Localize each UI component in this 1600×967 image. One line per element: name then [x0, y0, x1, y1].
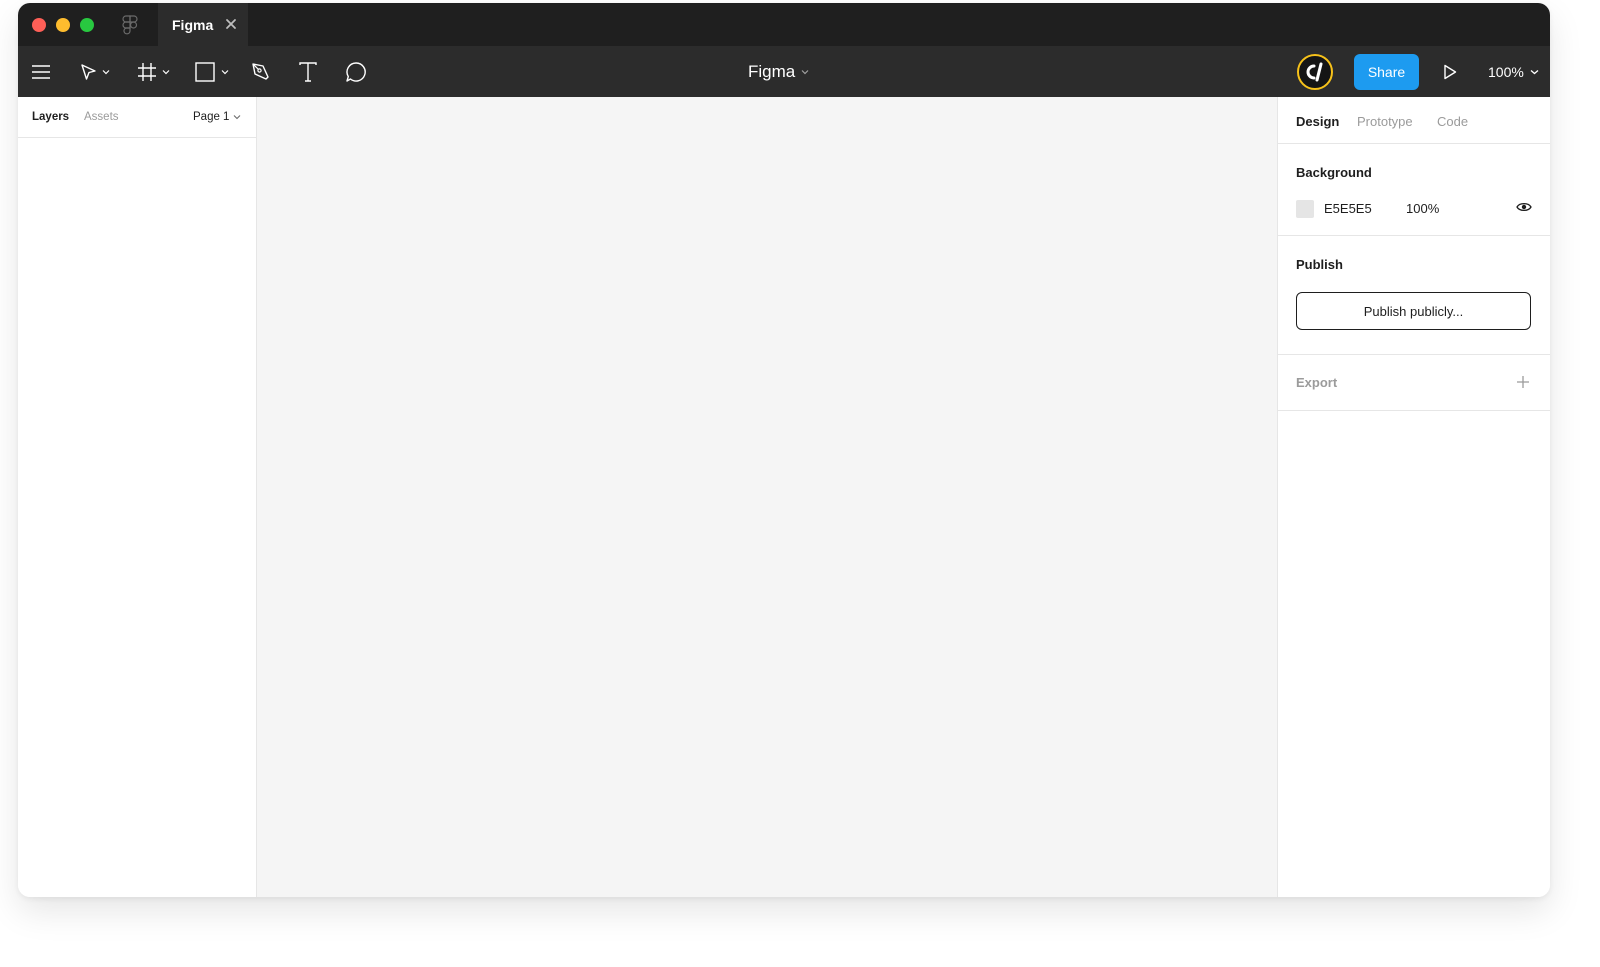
file-tab-label: Figma	[172, 16, 214, 33]
eye-visibility-icon[interactable]	[1516, 201, 1532, 213]
chevron-down-icon	[801, 69, 809, 74]
app-window: Figma Figma Share 100% Layers Assets Pag…	[18, 3, 1550, 897]
title-bar: Figma	[18, 3, 1550, 46]
move-tool-button[interactable]	[80, 46, 110, 97]
share-button[interactable]: Share	[1354, 54, 1419, 90]
add-export-icon[interactable]	[1516, 375, 1530, 389]
design-canvas[interactable]	[257, 97, 1277, 897]
window-maximize-button[interactable]	[80, 18, 94, 32]
zoom-menu[interactable]: 100%	[1488, 46, 1539, 97]
comment-tool-button[interactable]	[345, 46, 367, 97]
background-hex-input[interactable]: E5E5E5	[1324, 201, 1372, 216]
publish-title: Publish	[1296, 257, 1343, 272]
figma-logo-icon[interactable]	[122, 15, 138, 35]
publish-publicly-button[interactable]: Publish publicly...	[1296, 292, 1531, 330]
export-title: Export	[1296, 375, 1338, 390]
background-section: Background	[1278, 144, 1550, 236]
page-selector-label: Page 1	[193, 111, 230, 123]
background-color-swatch[interactable]	[1296, 200, 1314, 218]
background-title: Background	[1296, 165, 1372, 180]
frame-hash-icon	[138, 62, 156, 81]
move-cursor-icon	[81, 63, 96, 80]
close-icon[interactable]	[224, 17, 238, 31]
hamburger-menu-icon	[32, 64, 50, 79]
zoom-level: 100%	[1488, 63, 1524, 80]
user-avatar[interactable]	[1297, 54, 1333, 90]
shape-tool-button[interactable]	[195, 46, 229, 97]
chevron-down-icon	[102, 69, 110, 74]
right-panel-tabs: Design Prototype Code	[1278, 97, 1550, 144]
document-title[interactable]: Figma	[748, 46, 809, 97]
text-tool-button[interactable]	[299, 46, 317, 97]
rectangle-icon	[195, 61, 215, 82]
page-selector[interactable]: Page 1	[193, 111, 241, 123]
tab-assets[interactable]: Assets	[84, 111, 119, 123]
main-menu-button[interactable]	[32, 46, 50, 97]
right-sidebar: Design Prototype Code Background E5E5E5 …	[1277, 97, 1550, 897]
tab-prototype[interactable]: Prototype	[1357, 114, 1413, 129]
pen-tool-button[interactable]	[251, 46, 271, 97]
avatar-logo-icon	[1306, 62, 1323, 82]
chevron-down-icon	[162, 69, 170, 74]
play-icon	[1444, 64, 1457, 79]
file-tab[interactable]: Figma	[158, 3, 248, 46]
left-sidebar: Layers Assets Page 1	[18, 97, 257, 897]
chevron-down-icon	[1530, 69, 1539, 74]
toolbar: Figma Share 100%	[18, 46, 1550, 97]
frame-tool-button[interactable]	[137, 46, 170, 97]
window-minimize-button[interactable]	[56, 18, 70, 32]
text-t-icon	[299, 61, 317, 82]
chevron-down-icon	[221, 69, 229, 74]
left-panel-tabs: Layers Assets Page 1	[18, 97, 256, 138]
tab-code[interactable]: Code	[1437, 114, 1468, 129]
tab-design[interactable]: Design	[1296, 114, 1339, 129]
present-button[interactable]	[1443, 46, 1457, 97]
comment-bubble-icon	[346, 61, 366, 82]
chevron-down-icon	[234, 115, 241, 120]
tab-layers[interactable]: Layers	[32, 111, 69, 123]
document-title-label: Figma	[748, 61, 796, 81]
window-close-button[interactable]	[32, 18, 46, 32]
pen-icon	[252, 62, 269, 80]
background-opacity-input[interactable]: 100%	[1406, 201, 1439, 216]
